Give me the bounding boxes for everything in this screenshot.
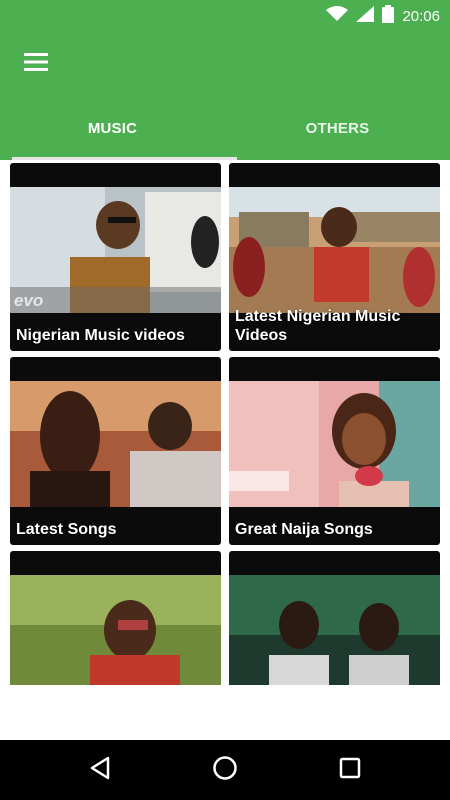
tab-music[interactable]: MUSIC [0,96,225,160]
category-card-latest-songs[interactable]: Latest Songs [10,357,221,545]
video-thumbnail [229,381,440,507]
video-thumbnail [229,187,440,313]
card-label: Latest Nigerian Music Videos [235,308,401,344]
category-card-great-naija-songs[interactable]: Great Naija Songs [229,357,440,545]
category-grid: evo Nigerian Music videos Latest Nigeria… [10,163,440,685]
card-label: Great Naija Songs [235,521,373,538]
recents-icon [339,757,361,784]
cell-signal-icon [356,5,375,27]
category-card-5[interactable] [10,551,221,685]
home-button[interactable] [201,748,249,792]
category-card-nigerian-music-videos[interactable]: evo Nigerian Music videos [10,163,221,351]
status-icons: 20:06 [326,4,440,28]
back-button[interactable] [76,748,124,792]
category-card-latest-nigerian-music-videos[interactable]: Latest Nigerian Music Videos [229,163,440,351]
card-label: Latest Songs [16,521,117,538]
status-time: 20:06 [402,7,440,25]
video-thumbnail [10,575,221,685]
tab-bar: MUSIC OTHERS [0,96,450,160]
wifi-icon [326,5,349,27]
tab-indicator [12,157,237,160]
status-bar: 20:06 [0,0,450,32]
video-thumbnail [10,381,221,507]
recents-button[interactable] [326,748,374,792]
battery-icon [382,4,395,28]
hamburger-menu-icon [24,52,48,77]
video-thumbnail [229,575,440,685]
home-icon [212,755,238,786]
navigation-bar [0,740,450,800]
category-card-6[interactable] [229,551,440,685]
tab-others[interactable]: OTHERS [225,96,450,160]
video-watermark: evo [14,291,44,310]
video-thumbnail: evo [10,187,221,313]
card-label: Nigerian Music videos [16,327,185,344]
app-bar [0,32,450,96]
back-icon [89,756,111,785]
menu-button[interactable] [12,40,60,88]
